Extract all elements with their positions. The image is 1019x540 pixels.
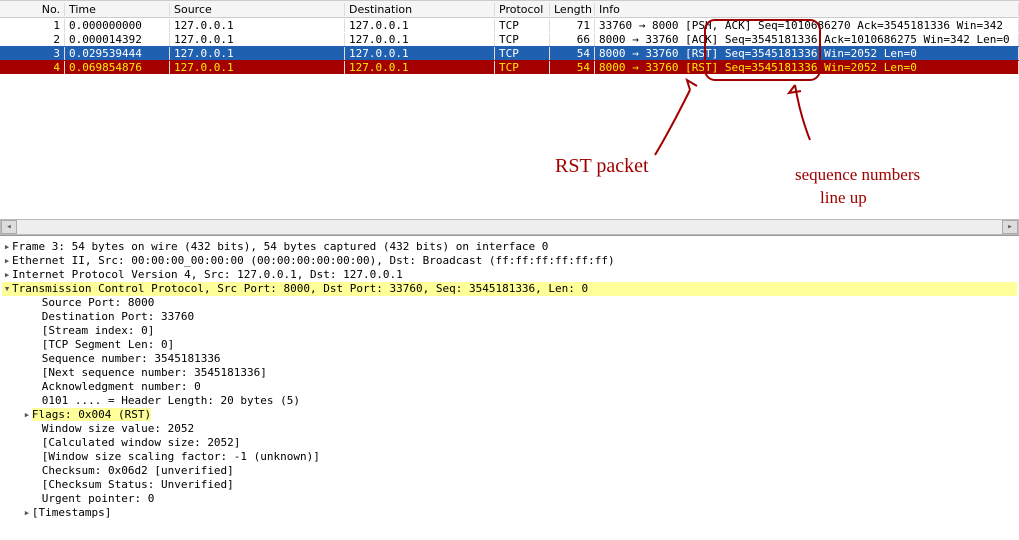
cell-time: 0.069854876 <box>65 61 170 74</box>
expand-icon[interactable]: ▸ <box>22 408 32 422</box>
cell-length: 54 <box>550 61 595 74</box>
cell-protocol: TCP <box>495 33 550 46</box>
tree-timestamps[interactable]: ▸[Timestamps] <box>2 506 1017 520</box>
packet-detail-pane: ▸Frame 3: 54 bytes on wire (432 bits), 5… <box>0 235 1019 524</box>
expand-icon[interactable]: ▸ <box>22 506 32 520</box>
cell-protocol: TCP <box>495 61 550 74</box>
tree-ack[interactable]: Acknowledgment number: 0 <box>2 380 1017 394</box>
col-header-destination[interactable]: Destination <box>345 3 495 16</box>
tree-flags[interactable]: ▸Flags: 0x004 (RST) <box>2 408 1017 422</box>
cell-destination: 127.0.0.1 <box>345 61 495 74</box>
cell-destination: 127.0.0.1 <box>345 47 495 60</box>
col-header-no[interactable]: No. <box>0 3 65 16</box>
tree-checksum[interactable]: Checksum: 0x06d2 [unverified] <box>2 464 1017 478</box>
expand-icon[interactable]: ▸ <box>2 268 12 282</box>
cell-info: 8000 → 33760 [ACK] Seq=3545181336 Ack=10… <box>595 33 1019 46</box>
expand-icon[interactable]: ▸ <box>2 240 12 254</box>
col-header-protocol[interactable]: Protocol <box>495 3 550 16</box>
cell-protocol: TCP <box>495 47 550 60</box>
packet-row[interactable]: 2 0.000014392 127.0.0.1 127.0.0.1 TCP 66… <box>0 32 1019 46</box>
tree-urgent[interactable]: Urgent pointer: 0 <box>2 492 1017 506</box>
cell-no: 3 <box>0 47 65 60</box>
cell-time: 0.029539444 <box>65 47 170 60</box>
tree-calc-window[interactable]: [Calculated window size: 2052] <box>2 436 1017 450</box>
cell-length: 54 <box>550 47 595 60</box>
col-header-source[interactable]: Source <box>170 3 345 16</box>
tree-dst-port[interactable]: Destination Port: 33760 <box>2 310 1017 324</box>
cell-length: 66 <box>550 33 595 46</box>
packet-row-selected[interactable]: 3 0.029539444 127.0.0.1 127.0.0.1 TCP 54… <box>0 46 1019 60</box>
scroll-left-icon[interactable]: ◂ <box>1 220 17 234</box>
cell-protocol: TCP <box>495 19 550 32</box>
cell-no: 2 <box>0 33 65 46</box>
tree-header-len[interactable]: 0101 .... = Header Length: 20 bytes (5) <box>2 394 1017 408</box>
tree-checksum-status[interactable]: [Checksum Status: Unverified] <box>2 478 1017 492</box>
cell-destination: 127.0.0.1 <box>345 19 495 32</box>
cell-time: 0.000014392 <box>65 33 170 46</box>
column-headers: No. Time Source Destination Protocol Len… <box>0 0 1019 18</box>
list-empty-area <box>0 74 1019 219</box>
tree-next-seq[interactable]: [Next sequence number: 3545181336] <box>2 366 1017 380</box>
tree-src-port[interactable]: Source Port: 8000 <box>2 296 1017 310</box>
cell-source: 127.0.0.1 <box>170 61 345 74</box>
packet-list-pane: No. Time Source Destination Protocol Len… <box>0 0 1019 235</box>
col-header-time[interactable]: Time <box>65 3 170 16</box>
tree-tcp[interactable]: ▾Transmission Control Protocol, Src Port… <box>2 282 1017 296</box>
col-header-info[interactable]: Info <box>595 3 1019 16</box>
col-header-length[interactable]: Length <box>550 3 595 16</box>
cell-no: 1 <box>0 19 65 32</box>
cell-no: 4 <box>0 61 65 74</box>
cell-time: 0.000000000 <box>65 19 170 32</box>
cell-source: 127.0.0.1 <box>170 19 345 32</box>
expand-icon[interactable]: ▸ <box>2 254 12 268</box>
collapse-icon[interactable]: ▾ <box>2 282 12 296</box>
cell-info: 8000 → 33760 [RST] Seq=3545181336 Win=20… <box>595 47 1019 60</box>
cell-source: 127.0.0.1 <box>170 47 345 60</box>
packet-row[interactable]: 4 0.069854876 127.0.0.1 127.0.0.1 TCP 54… <box>0 60 1019 74</box>
tree-scale[interactable]: [Window size scaling factor: -1 (unknown… <box>2 450 1017 464</box>
cell-destination: 127.0.0.1 <box>345 33 495 46</box>
tree-segment-len[interactable]: [TCP Segment Len: 0] <box>2 338 1017 352</box>
cell-info: 8000 → 33760 [RST] Seq=3545181336 Win=20… <box>595 61 1019 74</box>
tree-ethernet[interactable]: ▸Ethernet II, Src: 00:00:00_00:00:00 (00… <box>2 254 1017 268</box>
tree-seq[interactable]: Sequence number: 3545181336 <box>2 352 1017 366</box>
cell-length: 71 <box>550 19 595 32</box>
tree-stream-index[interactable]: [Stream index: 0] <box>2 324 1017 338</box>
cell-info: 33760 → 8000 [PSH, ACK] Seq=1010686270 A… <box>595 19 1019 32</box>
tree-frame[interactable]: ▸Frame 3: 54 bytes on wire (432 bits), 5… <box>2 240 1017 254</box>
packet-row[interactable]: 1 0.000000000 127.0.0.1 127.0.0.1 TCP 71… <box>0 18 1019 32</box>
tree-window[interactable]: Window size value: 2052 <box>2 422 1017 436</box>
tree-ip[interactable]: ▸Internet Protocol Version 4, Src: 127.0… <box>2 268 1017 282</box>
scroll-right-icon[interactable]: ▸ <box>1002 220 1018 234</box>
horizontal-scrollbar[interactable]: ◂ ▸ <box>0 219 1019 235</box>
cell-source: 127.0.0.1 <box>170 33 345 46</box>
